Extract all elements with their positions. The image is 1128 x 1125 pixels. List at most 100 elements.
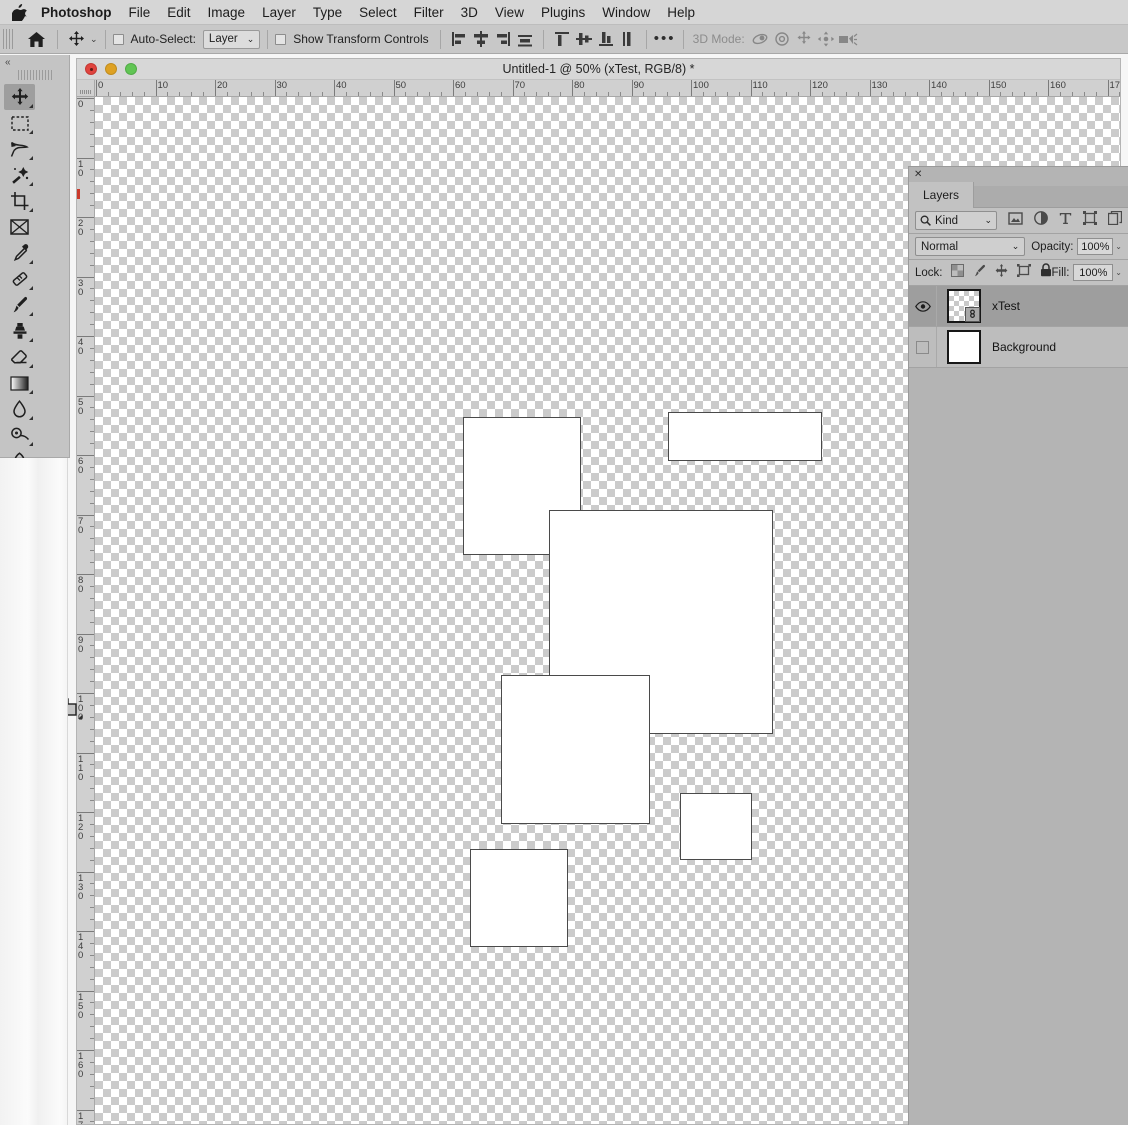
align-right-edges-icon[interactable] [492, 28, 514, 50]
rectangular-marquee-tool[interactable] [4, 110, 35, 136]
close-window-button[interactable] [85, 63, 97, 75]
menu-item-layer[interactable]: Layer [262, 0, 296, 25]
layer-row-xtest[interactable]: xTest [909, 286, 1128, 327]
gradient-tool[interactable] [4, 370, 35, 396]
filter-pixel-layers-icon[interactable] [1008, 211, 1023, 230]
lock-all-icon[interactable] [1040, 263, 1052, 282]
tab-layers[interactable]: Layers [909, 182, 975, 208]
close-panel-icon[interactable]: ✕ [909, 167, 1128, 182]
menu-item-edit[interactable]: Edit [167, 0, 190, 25]
opacity-stepper-icon[interactable]: ⌄ [1115, 242, 1122, 251]
distribute-horizontal-icon[interactable] [514, 28, 536, 50]
clone-stamp-tool[interactable] [4, 318, 35, 344]
ruler-tick-minor [643, 92, 645, 96]
more-options-icon[interactable]: ••• [654, 28, 676, 50]
fill-input[interactable]: 100% [1073, 264, 1114, 281]
ruler-tick-minor [203, 92, 205, 96]
ruler-label: 170 [78, 1110, 84, 1124]
filter-type-layers-icon[interactable] [1059, 212, 1072, 230]
shape-rect-4[interactable] [501, 675, 650, 824]
align-top-edges-icon[interactable] [551, 28, 573, 50]
opacity-input[interactable]: 100% [1077, 238, 1114, 255]
menu-item-image[interactable]: Image [208, 0, 246, 25]
ruler-tick-minor [90, 240, 94, 242]
tool-preset-chevron-down-icon[interactable]: ⌄ [90, 34, 98, 45]
lasso-tool[interactable] [4, 136, 35, 162]
align-left-edges-icon[interactable] [448, 28, 470, 50]
lock-position-icon[interactable] [995, 263, 1008, 282]
tools-panel-header[interactable]: « [0, 55, 69, 69]
minimize-window-button[interactable] [105, 63, 117, 75]
home-icon[interactable] [25, 28, 47, 50]
menu-item-view[interactable]: View [495, 0, 524, 25]
auto-select-checkbox[interactable] [112, 33, 124, 45]
move-tool[interactable] [4, 84, 35, 110]
shape-rect-6[interactable] [470, 849, 568, 947]
vertical-ruler[interactable]: 0102030405060708090100110120130140150160… [77, 97, 95, 1124]
layer-visibility-toggle-xtest[interactable] [909, 286, 937, 326]
ruler-tick-minor [90, 502, 94, 504]
move-tool-icon[interactable] [65, 28, 87, 50]
brush-tool[interactable] [4, 292, 35, 318]
horizontal-ruler[interactable]: 0 10 20 30 40 50 60 70 80 90 100 110 120 130 140 150 160… [95, 80, 1120, 97]
apple-logo-icon[interactable] [12, 3, 27, 21]
lock-artboard-nesting-icon[interactable] [1016, 263, 1031, 282]
shape-rect-2[interactable] [668, 412, 822, 461]
show-transform-controls-checkbox[interactable] [275, 33, 287, 45]
ruler-tick-minor [286, 92, 288, 96]
ruler-tick-minor [90, 300, 94, 302]
blend-mode-dropdown[interactable]: Normal ⌄ [915, 237, 1026, 256]
layer-thumbnail-background[interactable] [947, 330, 981, 364]
filter-kind-dropdown[interactable]: Kind ⌄ [915, 211, 997, 230]
filter-shape-layers-icon[interactable] [1083, 211, 1097, 230]
filter-smart-object-icon[interactable] [1107, 210, 1123, 230]
layer-row-background[interactable]: Background [909, 327, 1128, 368]
layer-thumbnail-xtest[interactable] [947, 289, 981, 323]
magic-wand-tool[interactable] [4, 162, 35, 188]
distribute-vertical-icon[interactable] [617, 28, 639, 50]
frame-tool[interactable] [4, 214, 35, 240]
slide-3d-icon[interactable] [815, 28, 837, 50]
align-bottom-edges-icon[interactable] [595, 28, 617, 50]
auto-select-target-dropdown[interactable]: Layer ⌄ [202, 29, 261, 49]
eyedropper-tool[interactable] [4, 240, 35, 266]
menu-item-filter[interactable]: Filter [414, 0, 444, 25]
ruler-tick-minor [90, 181, 94, 183]
ruler-tick-minor [90, 121, 94, 123]
menu-item-window[interactable]: Window [602, 0, 650, 25]
shape-rect-5[interactable] [680, 793, 752, 860]
fill-stepper-icon[interactable]: ⌄ [1115, 268, 1122, 277]
crop-tool[interactable] [4, 188, 35, 214]
lock-transparent-pixels-icon[interactable] [950, 263, 964, 282]
eraser-tool[interactable] [4, 344, 35, 370]
menu-item-help[interactable]: Help [667, 0, 695, 25]
healing-brush-tool[interactable] [4, 266, 35, 292]
maximize-window-button[interactable] [125, 63, 137, 75]
ruler-tick-minor [90, 942, 94, 944]
menu-item-photoshop[interactable]: Photoshop [41, 0, 112, 25]
roll-3d-icon[interactable] [771, 28, 793, 50]
tools-panel-grip[interactable] [17, 70, 52, 80]
menu-item-file[interactable]: File [129, 0, 151, 25]
ruler-label: 60 [455, 80, 466, 91]
camera-3d-icon[interactable] [837, 28, 859, 50]
ruler-tick-minor [107, 92, 109, 96]
tool-flyout-triangle [29, 390, 33, 394]
blur-tool[interactable] [4, 396, 35, 422]
orbit-3d-icon[interactable] [749, 28, 771, 50]
dodge-tool[interactable] [4, 422, 35, 448]
menu-item-3d[interactable]: 3D [461, 0, 478, 25]
align-vertical-centers-icon[interactable] [573, 28, 595, 50]
menu-item-type[interactable]: Type [313, 0, 342, 25]
menu-item-plugins[interactable]: Plugins [541, 0, 585, 25]
options-bar-grip[interactable] [3, 29, 13, 49]
layer-visibility-toggle-background[interactable] [909, 327, 937, 367]
align-horizontal-centers-icon[interactable] [470, 28, 492, 50]
ruler-tick-minor [726, 92, 728, 96]
menu-item-select[interactable]: Select [359, 0, 397, 25]
lock-image-pixels-icon[interactable] [973, 264, 986, 282]
collapse-double-arrow-icon[interactable]: « [5, 57, 10, 68]
filter-adjustment-layers-icon[interactable] [1034, 211, 1048, 230]
ruler-origin-corner[interactable] [77, 80, 95, 97]
pan-3d-icon[interactable] [793, 28, 815, 50]
